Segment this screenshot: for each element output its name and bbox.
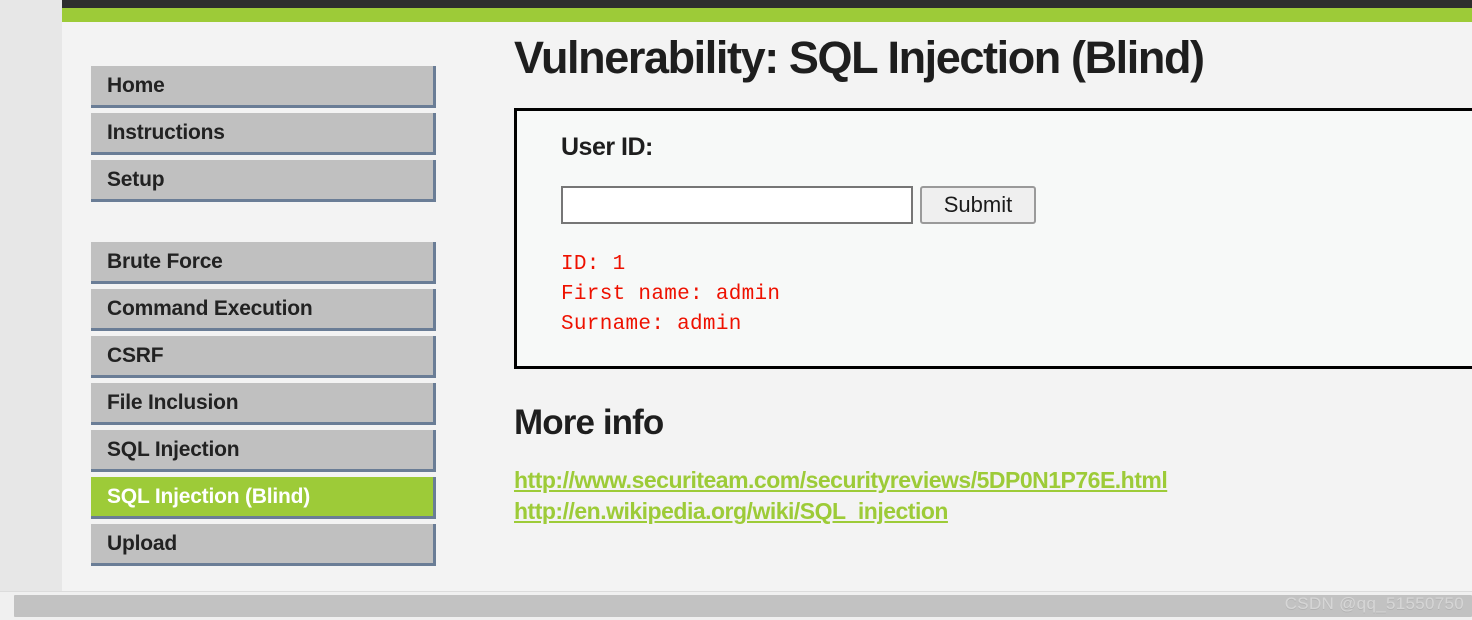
sidebar-item-setup[interactable]: Setup [91, 160, 436, 202]
sidebar-item-upload[interactable]: Upload [91, 524, 436, 566]
sidebar-group: Home Instructions Setup [91, 66, 436, 202]
sidebar-item-sql-injection-blind[interactable]: SQL Injection (Blind) [91, 477, 436, 519]
result-line: Surname: admin [561, 313, 742, 336]
page-content: Home Instructions Setup Brute Force Command … [62, 0, 1472, 592]
sidebar-item-file-inclusion[interactable]: File Inclusion [91, 383, 436, 425]
sidebar-item-instructions[interactable]: Instructions [91, 113, 436, 155]
more-info-link[interactable]: http://en.wikipedia.org/wiki/SQL_injecti… [514, 496, 948, 527]
horizontal-scrollbar-thumb[interactable] [14, 595, 1472, 617]
more-info-link[interactable]: http://www.securiteam.com/securityreview… [514, 465, 1168, 496]
sidebar-group: Brute Force Command Execution CSRF File Inc… [91, 242, 436, 566]
sidebar-item-command-execution[interactable]: Command Execution [91, 289, 436, 331]
more-info-link-item: http://en.wikipedia.org/wiki/SQL_injecti… [514, 496, 1472, 527]
sidebar-item-home[interactable]: Home [91, 66, 436, 108]
more-info-heading: More info [514, 403, 664, 442]
browser-viewport: Home Instructions Setup Brute Force Command … [0, 0, 1472, 620]
more-info-link-list: http://www.securiteam.com/securityreview… [514, 465, 1472, 527]
user-id-input[interactable] [561, 186, 913, 224]
horizontal-scrollbar[interactable]: CSDN @qq_51550750 [0, 591, 1472, 620]
vulnerability-form-box: User ID: Submit ID: 1 First name: admin Su… [514, 108, 1472, 369]
page-title: Vulnerability: SQL Injection (Blind) [514, 32, 1205, 83]
more-info-link-item: http://www.securiteam.com/securityreview… [514, 465, 1472, 496]
query-result-output: ID: 1 First name: admin Surname: admin [561, 250, 1472, 340]
sidebar-navigation: Home Instructions Setup Brute Force Command … [91, 66, 436, 592]
sidebar-item-csrf[interactable]: CSRF [91, 336, 436, 378]
main-content: Vulnerability: SQL Injection (Blind) Use… [514, 30, 1472, 592]
submit-button[interactable]: Submit [920, 186, 1036, 224]
sidebar-item-brute-force[interactable]: Brute Force [91, 242, 436, 284]
sidebar-item-sql-injection[interactable]: SQL Injection [91, 430, 436, 472]
user-id-label: User ID: [561, 133, 653, 161]
result-line: First name: admin [561, 283, 781, 306]
result-line: ID: 1 [561, 253, 626, 276]
top-green-accent-bar [62, 8, 1472, 22]
top-dark-bar [62, 0, 1472, 8]
user-id-form-row: Submit [561, 186, 1472, 224]
